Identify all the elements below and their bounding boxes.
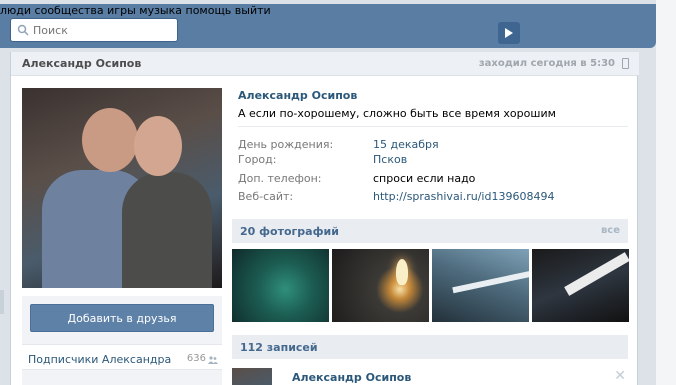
subscribers-link[interactable]: Подписчики Александра 636 <box>22 344 222 370</box>
profile-header-name: Александр Осипов <box>22 57 142 70</box>
mobile-icon <box>622 58 629 69</box>
header-bar: люди сообщества игры музыка помощь выйти <box>0 4 656 48</box>
photos-all-link[interactable]: все <box>601 225 620 236</box>
nav-people[interactable]: люди <box>0 4 31 17</box>
info-value: спроси если надо <box>373 172 476 185</box>
search-box[interactable] <box>10 18 178 42</box>
nav-music[interactable]: музыка <box>139 4 182 17</box>
subscribers-count: 636 <box>186 353 206 364</box>
profile-status: А если по-хорошему, сложно быть все врем… <box>238 107 556 120</box>
photo-thumb[interactable] <box>532 249 629 322</box>
wall-title: 112 записей <box>240 341 318 354</box>
photo-person-face <box>82 108 138 172</box>
search-icon <box>17 24 29 36</box>
wall-post-author[interactable]: Александр Осипов <box>292 371 411 384</box>
nav-logout[interactable]: выйти <box>235 4 271 17</box>
info-key: День рождения: <box>238 138 334 151</box>
nav-games[interactable]: игры <box>107 4 136 17</box>
info-key: Веб-сайт: <box>238 190 294 203</box>
top-header: люди сообщества игры музыка помощь выйти <box>0 0 676 52</box>
avatar[interactable] <box>232 368 272 385</box>
photos-title: 20 фотографий <box>240 225 339 238</box>
right-edge <box>656 0 676 385</box>
profile-photo[interactable] <box>22 88 222 288</box>
close-icon[interactable]: ✕ <box>614 368 626 384</box>
music-play-button[interactable] <box>498 22 520 44</box>
photo-thumb[interactable] <box>332 249 429 322</box>
search-input[interactable] <box>33 23 173 37</box>
photo-person-body <box>122 172 212 288</box>
photo-cigarette <box>452 270 529 294</box>
info-value-link[interactable]: Псков <box>373 153 407 166</box>
photo-thumb[interactable] <box>232 249 329 322</box>
info-key: Город: <box>238 153 277 166</box>
left-edge-marker <box>0 290 4 314</box>
actions-panel: Добавить в друзья <box>22 296 222 385</box>
profile-header: Александр Осипов заходил сегодня в 5:30 <box>11 52 639 76</box>
last-seen: заходил сегодня в 5:30 <box>478 58 615 69</box>
add-friend-button[interactable]: Добавить в друзья <box>30 304 214 332</box>
info-value-link[interactable]: 15 декабря <box>373 138 439 151</box>
photo-lighter-flame <box>396 259 408 285</box>
people-icon <box>208 354 218 364</box>
wall-post: Александр Осипов ✕ <box>232 368 628 385</box>
subscribers-label: Подписчики Александра <box>28 353 172 366</box>
website-link[interactable]: http://sprashivai.ru/id139608494 <box>373 190 554 203</box>
divider <box>238 126 628 127</box>
photos-header[interactable]: 20 фотографий все <box>232 219 628 243</box>
photo-thumb[interactable] <box>432 249 529 322</box>
wall-header[interactable]: 112 записей <box>232 335 628 359</box>
photo-cigarette <box>564 252 629 296</box>
info-key: Доп. телефон: <box>238 172 322 185</box>
photo-person-face <box>134 116 182 176</box>
profile-name: Александр Осипов <box>238 89 358 102</box>
profile-page: Александр Осипов заходил сегодня в 5:30 … <box>10 52 639 385</box>
nav-help[interactable]: помощь <box>186 4 232 17</box>
nav-communities[interactable]: сообщества <box>35 4 104 17</box>
